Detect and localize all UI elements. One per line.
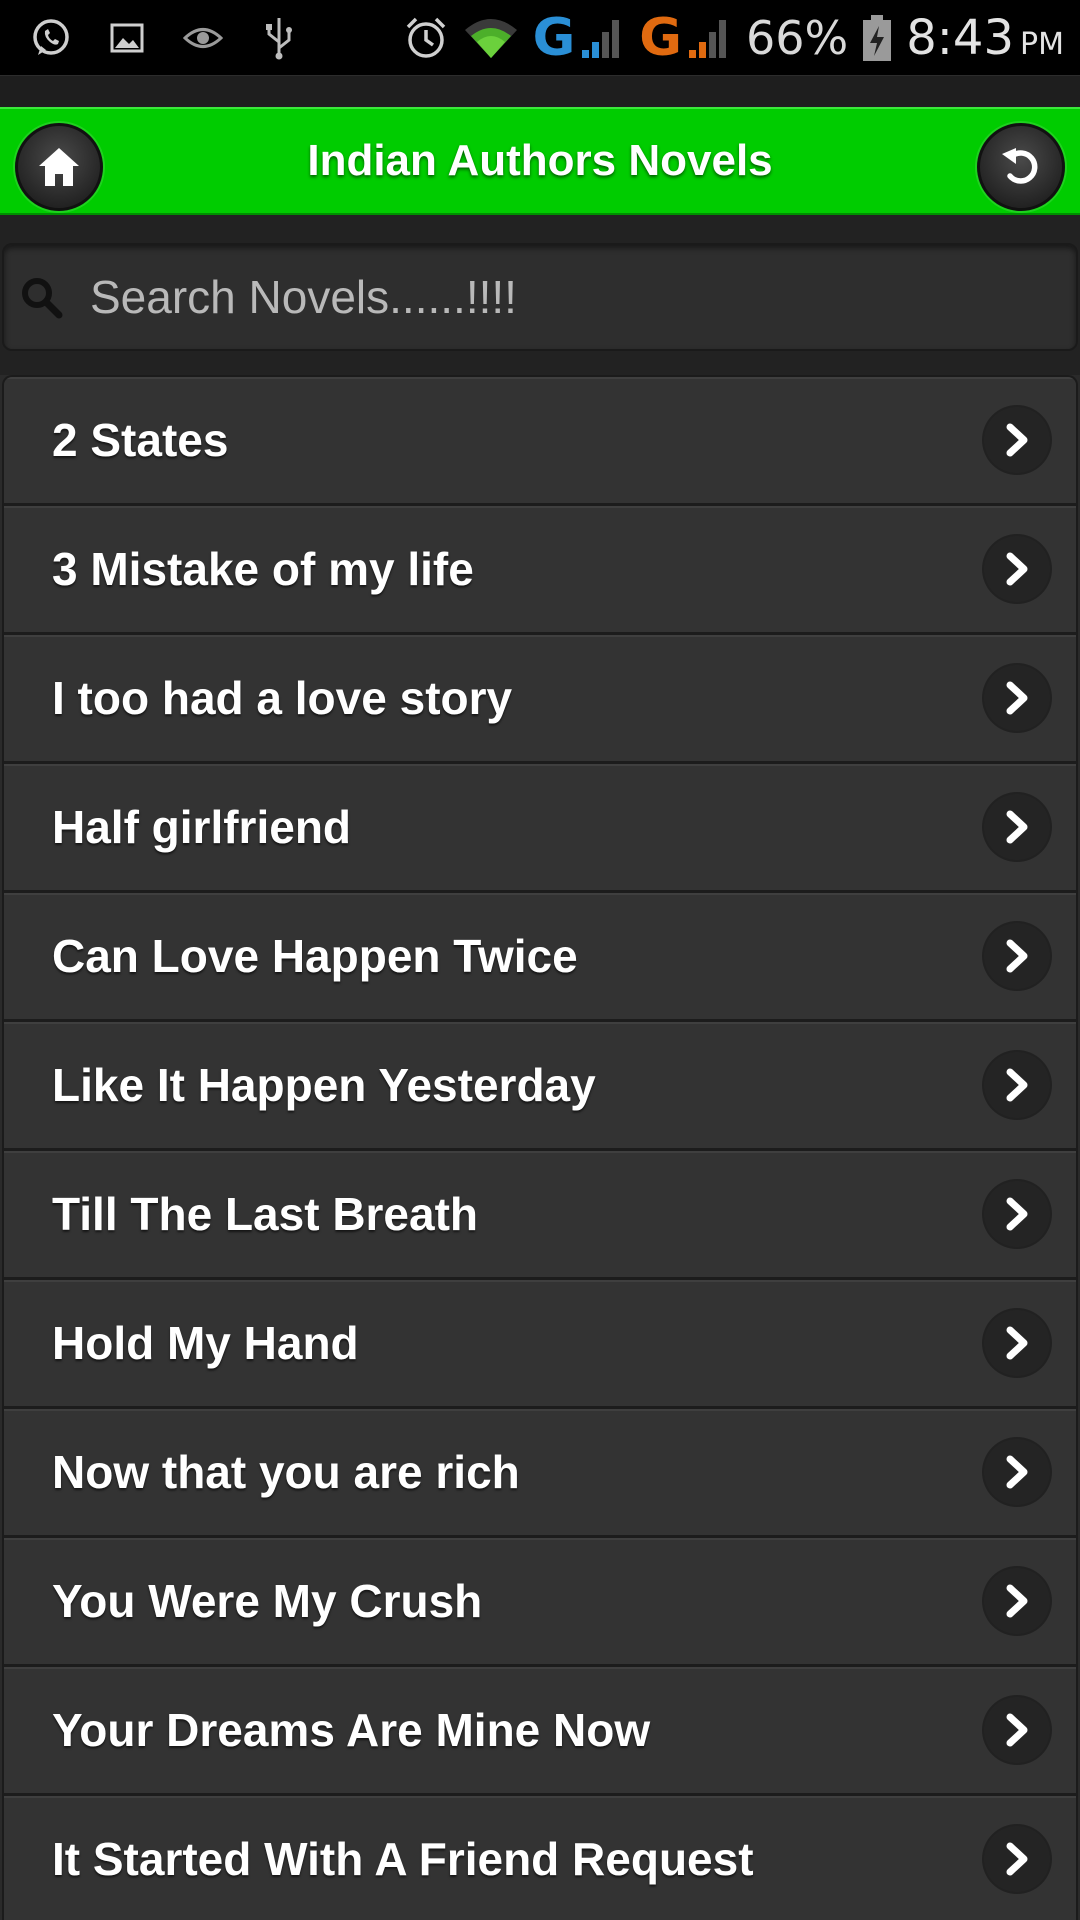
eye-icon	[180, 15, 226, 61]
list-item[interactable]: I too had a love story	[4, 635, 1076, 764]
list-item-label: Hold My Hand	[52, 1317, 359, 1369]
list-item-label: Can Love Happen Twice	[52, 930, 578, 982]
chevron-right-icon[interactable]	[984, 923, 1050, 989]
list-item[interactable]: 2 States	[4, 377, 1076, 506]
battery-percent: 66%	[745, 10, 849, 65]
list-item[interactable]: It Started With A Friend Request	[4, 1796, 1076, 1920]
network-type-2: G	[639, 7, 682, 68]
status-bar: G G 66% 8:43 PM	[0, 0, 1080, 75]
chevron-right-icon[interactable]	[984, 536, 1050, 602]
list-item[interactable]: 3 Mistake of my life	[4, 506, 1076, 635]
chevron-right-icon[interactable]	[984, 1052, 1050, 1118]
list-item-label: I too had a love story	[52, 672, 513, 724]
clock: 8:43 PM	[906, 10, 1064, 66]
list-item[interactable]: Till The Last Breath	[4, 1151, 1076, 1280]
wifi-icon	[463, 15, 519, 61]
list-item-label: It Started With A Friend Request	[52, 1833, 754, 1885]
usb-icon	[256, 15, 302, 61]
chevron-right-icon[interactable]	[984, 1310, 1050, 1376]
novel-list: 2 States 3 Mistake of my life I too had a …	[2, 375, 1078, 1920]
notification-icons	[28, 15, 302, 61]
clock-ampm: PM	[1020, 26, 1064, 62]
search-icon	[22, 278, 63, 319]
search-bar-container	[0, 215, 1080, 375]
list-item-label: You Were My Crush	[52, 1575, 483, 1627]
list-item[interactable]: Hold My Hand	[4, 1280, 1076, 1409]
search-input[interactable]	[90, 270, 1076, 324]
list-item-label: Till The Last Breath	[52, 1188, 479, 1240]
chevron-right-icon[interactable]	[984, 1697, 1050, 1763]
chevron-right-icon[interactable]	[984, 665, 1050, 731]
signal-icon	[579, 15, 625, 61]
page-title: Indian Authors Novels	[307, 136, 773, 185]
back-button[interactable]	[977, 123, 1065, 211]
home-button[interactable]	[15, 123, 103, 211]
list-item[interactable]: Your Dreams Are Mine Now	[4, 1667, 1076, 1796]
divider	[0, 75, 1080, 107]
list-item[interactable]: Now that you are rich	[4, 1409, 1076, 1538]
list-item-label: Your Dreams Are Mine Now	[52, 1704, 651, 1756]
signal-icon	[686, 15, 732, 61]
chevron-right-icon[interactable]	[984, 1826, 1050, 1892]
list-item-label: Like It Happen Yesterday	[52, 1059, 596, 1111]
undo-icon	[1002, 148, 1038, 184]
battery-charging-icon	[862, 14, 892, 61]
search-box	[2, 243, 1078, 351]
app-header: Indian Authors Novels	[0, 107, 1080, 215]
list-item-label: 2 States	[52, 414, 229, 466]
chevron-right-icon[interactable]	[984, 794, 1050, 860]
whatsapp-icon	[28, 15, 74, 61]
chevron-right-icon[interactable]	[984, 1568, 1050, 1634]
list-item-label: Half girlfriend	[52, 801, 352, 853]
chevron-right-icon[interactable]	[984, 1181, 1050, 1247]
clock-time: 8:43	[906, 9, 1015, 66]
chevron-right-icon[interactable]	[984, 1439, 1050, 1505]
list-item-label: 3 Mistake of my life	[52, 543, 474, 595]
list-item[interactable]: Can Love Happen Twice	[4, 893, 1076, 1022]
system-status: G G 66% 8:43 PM	[403, 8, 1064, 68]
list-item[interactable]: Half girlfriend	[4, 764, 1076, 893]
image-icon	[104, 15, 150, 61]
chevron-right-icon[interactable]	[984, 407, 1050, 473]
list-item-label: Now that you are rich	[52, 1446, 520, 1498]
network-type-1: G	[532, 7, 576, 68]
list-item[interactable]: You Were My Crush	[4, 1538, 1076, 1667]
list-item[interactable]: Like It Happen Yesterday	[4, 1022, 1076, 1151]
home-icon	[39, 148, 79, 186]
alarm-icon	[403, 15, 449, 61]
